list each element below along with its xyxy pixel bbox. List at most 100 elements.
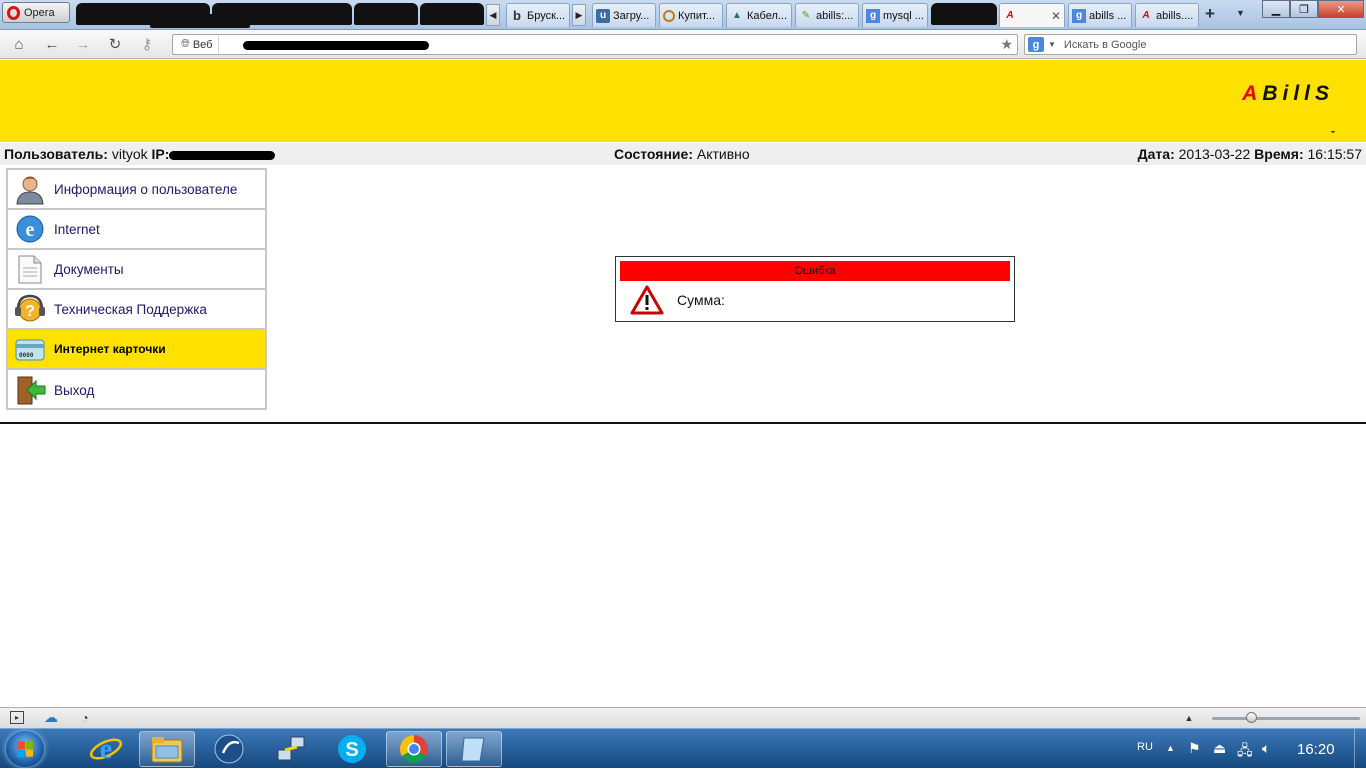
show-desktop-button[interactable] bbox=[1354, 729, 1366, 769]
support-headset-icon: ? bbox=[15, 294, 45, 322]
taskbar-network[interactable] bbox=[263, 731, 319, 767]
taskbar-app[interactable] bbox=[201, 731, 257, 767]
internet-explorer-icon: e bbox=[16, 215, 44, 243]
network-computers-icon bbox=[277, 736, 305, 761]
sidebar-item-label: Документы bbox=[54, 261, 124, 277]
start-button[interactable] bbox=[6, 731, 44, 767]
windows-logo-icon bbox=[17, 740, 33, 758]
redacted-tab[interactable] bbox=[931, 3, 997, 25]
reload-icon[interactable]: ↻ bbox=[106, 36, 124, 53]
favicon-icon: ▲ bbox=[732, 10, 742, 21]
zoom-up-arrow-icon[interactable]: ▲ bbox=[1182, 711, 1196, 724]
panel-toggle-icon[interactable]: ▸ bbox=[10, 711, 24, 724]
back-icon[interactable]: ← bbox=[43, 36, 61, 53]
browser-toolbar: ⌂ ← → ↻ ⚷ 🌐︎ Веб ★ g ▼ Искать в Google bbox=[0, 30, 1366, 59]
tab-label: Купит... bbox=[678, 9, 715, 22]
sidebar-item-exit[interactable]: Выход bbox=[8, 370, 265, 410]
sidebar-item-label: Интернет карточки bbox=[54, 342, 166, 356]
opera-menu-button[interactable]: Opera bbox=[2, 2, 70, 23]
tab[interactable]: u Загру... bbox=[592, 3, 656, 27]
speed-dial-gauge-icon[interactable]: ◔ bbox=[78, 711, 92, 725]
time-value: 16:15:57 bbox=[1307, 146, 1363, 162]
abills-logo: ABillS bbox=[1242, 82, 1334, 106]
tab-close-icon[interactable]: ✕ bbox=[1051, 9, 1061, 23]
address-field[interactable]: 🌐︎ Веб ★ bbox=[172, 34, 1018, 55]
divider bbox=[0, 422, 1366, 424]
taskbar-explorer[interactable] bbox=[139, 731, 195, 767]
abills-favicon-icon: A bbox=[1006, 10, 1014, 21]
home-icon[interactable]: ⌂ bbox=[10, 36, 28, 53]
tab[interactable]: g abills ... bbox=[1068, 3, 1132, 27]
tab[interactable]: b Бруск... bbox=[506, 3, 570, 27]
search-field[interactable]: g ▼ Искать в Google bbox=[1024, 34, 1357, 55]
taskbar-internet-explorer[interactable]: e bbox=[78, 731, 134, 767]
tab[interactable]: ✎ abills:... bbox=[795, 3, 859, 27]
logo-rest: BillS bbox=[1262, 82, 1334, 105]
taskbar-clock[interactable]: 16:20 bbox=[1297, 741, 1335, 758]
tab-label: mysql ... bbox=[883, 9, 924, 22]
tab[interactable]: Купит... bbox=[659, 3, 723, 27]
user-icon bbox=[16, 176, 44, 205]
exit-door-icon bbox=[17, 376, 46, 405]
error-title: Ошибка bbox=[620, 261, 1010, 281]
key-icon[interactable]: ⚷ bbox=[138, 36, 156, 53]
search-placeholder: Искать в Google bbox=[1063, 38, 1147, 51]
cloud-icon[interactable]: ☁ bbox=[44, 709, 58, 725]
redacted-url bbox=[243, 41, 429, 50]
new-tab-button[interactable]: + bbox=[1205, 4, 1215, 24]
user-info-bar: Пользователь: vityok IP: Состояние: Акти… bbox=[0, 143, 1366, 165]
sidebar-item-internet-cards[interactable]: 0000 Интернет карточки bbox=[8, 330, 265, 370]
minimize-button[interactable]: ▁ bbox=[1262, 0, 1290, 18]
browser-status-bar: ▸ ☁ ◔ ▲ bbox=[0, 707, 1366, 728]
date-label: Дата: bbox=[1137, 146, 1175, 162]
tab-label: abills:... bbox=[816, 9, 854, 22]
sidebar-item-user-info[interactable]: Информация о пользователе bbox=[8, 170, 265, 210]
sidebar-item-support[interactable]: ? Техническая Поддержка bbox=[8, 290, 265, 330]
maximize-button[interactable]: ❐ bbox=[1290, 0, 1318, 18]
usb-device-icon[interactable]: ⏏ bbox=[1213, 740, 1226, 757]
bookmark-star-icon[interactable]: ★ bbox=[1000, 36, 1013, 53]
taskbar-skype[interactable]: S bbox=[324, 731, 380, 767]
favicon-icon bbox=[663, 9, 675, 22]
sidebar-item-internet[interactable]: e Internet bbox=[8, 210, 265, 250]
site-header: ABillS - bbox=[0, 60, 1366, 142]
sidebar-item-label: Информация о пользователе bbox=[54, 181, 238, 197]
tab-active[interactable]: A ✕ bbox=[999, 3, 1065, 27]
sidebar-item-documents[interactable]: Документы bbox=[8, 250, 265, 290]
web-badge[interactable]: 🌐︎ Веб bbox=[175, 36, 220, 53]
tab-scroll-right-button[interactable]: ▶ bbox=[572, 4, 586, 26]
web-badge-label: Веб bbox=[192, 38, 213, 51]
search-engine-dropdown-icon[interactable]: ▼ bbox=[1048, 40, 1056, 49]
opera-logo-icon bbox=[7, 5, 20, 20]
user-info: Пользователь: vityok IP: bbox=[4, 146, 276, 162]
error-dialog: Ошибка Сумма: bbox=[615, 256, 1015, 322]
tab[interactable]: g mysql ... bbox=[862, 3, 928, 27]
sidebar-menu: Информация о пользователе e Internet Док… bbox=[6, 168, 267, 410]
tab-label: abills.... bbox=[1156, 9, 1194, 22]
google-icon[interactable]: g bbox=[1028, 37, 1044, 52]
sidebar-item-label: Техническая Поддержка bbox=[54, 301, 207, 317]
redacted-tab[interactable] bbox=[354, 3, 418, 25]
show-hidden-icons-icon[interactable]: ▲ bbox=[1166, 743, 1175, 753]
close-window-button[interactable]: ✕ bbox=[1318, 0, 1364, 18]
redacted-tab[interactable] bbox=[212, 3, 352, 25]
tab-list-dropdown-icon[interactable]: ▼ bbox=[1236, 8, 1245, 18]
tab-scroll-left-button[interactable]: ◀ bbox=[486, 4, 500, 26]
taskbar-opera[interactable] bbox=[446, 731, 502, 767]
redacted-tab[interactable] bbox=[420, 3, 484, 25]
status-label: Состояние: bbox=[614, 146, 693, 162]
tab[interactable]: A abills.... bbox=[1135, 3, 1199, 27]
forward-icon[interactable]: → bbox=[74, 36, 92, 53]
chrome-icon bbox=[400, 735, 428, 763]
ip-label: IP: bbox=[151, 146, 170, 162]
zoom-slider-track[interactable] bbox=[1212, 717, 1360, 720]
volume-icon[interactable]: 🔈︎ bbox=[1262, 740, 1270, 757]
action-center-flag-icon[interactable]: ⚑ bbox=[1188, 740, 1201, 757]
zoom-slider-thumb[interactable] bbox=[1246, 712, 1257, 723]
network-icon[interactable]: 🖧︎ bbox=[1237, 740, 1253, 764]
sidebar-item-label: Выход bbox=[54, 382, 95, 398]
language-indicator[interactable]: RU bbox=[1137, 741, 1153, 753]
tab[interactable]: ▲ Кабел... bbox=[726, 3, 792, 27]
taskbar-chrome[interactable] bbox=[386, 731, 442, 767]
crescent-app-icon bbox=[214, 734, 244, 764]
